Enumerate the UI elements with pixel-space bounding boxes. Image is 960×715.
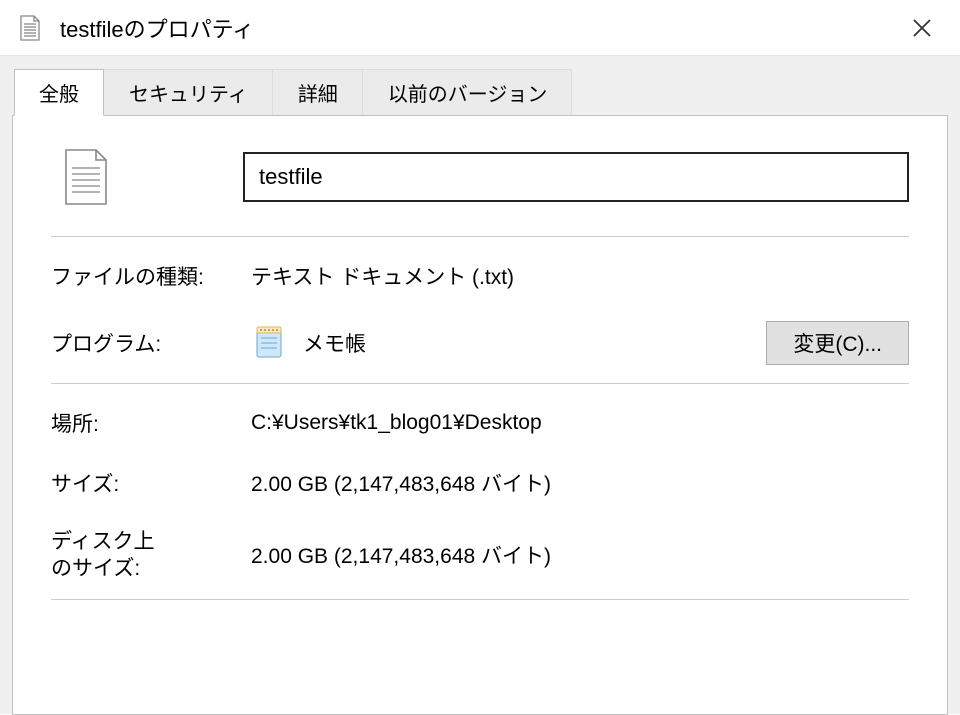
size-on-disk-row: ディスク上 のサイズ: 2.00 GB (2,147,483,648 バイト) bbox=[51, 528, 909, 583]
change-program-button[interactable]: 変更(C)... bbox=[766, 321, 909, 365]
file-header-row bbox=[51, 146, 909, 208]
size-row: サイズ: 2.00 GB (2,147,483,648 バイト) bbox=[51, 468, 909, 498]
location-label: 場所: bbox=[51, 408, 251, 438]
file-type-label: ファイルの種類: bbox=[51, 261, 251, 291]
location-row: 場所: C:¥Users¥tk1_blog01¥Desktop bbox=[51, 408, 909, 438]
file-icon bbox=[18, 14, 42, 42]
tab-previous-versions[interactable]: 以前のバージョン bbox=[363, 69, 573, 116]
file-type-row: ファイルの種類: テキスト ドキュメント (.txt) bbox=[51, 261, 909, 291]
file-type-icon bbox=[59, 146, 113, 208]
filename-input[interactable] bbox=[243, 152, 909, 202]
divider bbox=[51, 236, 909, 237]
close-button[interactable] bbox=[902, 8, 942, 48]
divider bbox=[51, 599, 909, 600]
tab-content-general: ファイルの種類: テキスト ドキュメント (.txt) プログラム: bbox=[12, 115, 948, 715]
tab-security[interactable]: セキュリティ bbox=[104, 69, 273, 116]
size-label: サイズ: bbox=[51, 468, 251, 498]
divider bbox=[51, 383, 909, 384]
tab-strip: 全般 セキュリティ 詳細 以前のバージョン bbox=[14, 68, 948, 115]
tab-details[interactable]: 詳細 bbox=[273, 69, 363, 116]
titlebar: testfileのプロパティ bbox=[0, 0, 960, 56]
tab-general[interactable]: 全般 bbox=[14, 69, 104, 116]
notepad-icon bbox=[251, 325, 287, 361]
client-area: 全般 セキュリティ 詳細 以前のバージョン ファイルの種類: bbox=[0, 56, 960, 714]
program-label: プログラム: bbox=[51, 328, 251, 358]
program-value: メモ帳 bbox=[303, 328, 766, 358]
program-row: プログラム: メモ帳 変更(C)... bbox=[51, 321, 909, 365]
size-on-disk-label: ディスク上 のサイズ: bbox=[51, 528, 251, 583]
location-value: C:¥Users¥tk1_blog01¥Desktop bbox=[251, 411, 909, 435]
size-on-disk-value: 2.00 GB (2,147,483,648 バイト) bbox=[251, 540, 909, 570]
window-title: testfileのプロパティ bbox=[60, 12, 902, 44]
size-value: 2.00 GB (2,147,483,648 バイト) bbox=[251, 468, 909, 498]
file-type-value: テキスト ドキュメント (.txt) bbox=[251, 261, 909, 291]
